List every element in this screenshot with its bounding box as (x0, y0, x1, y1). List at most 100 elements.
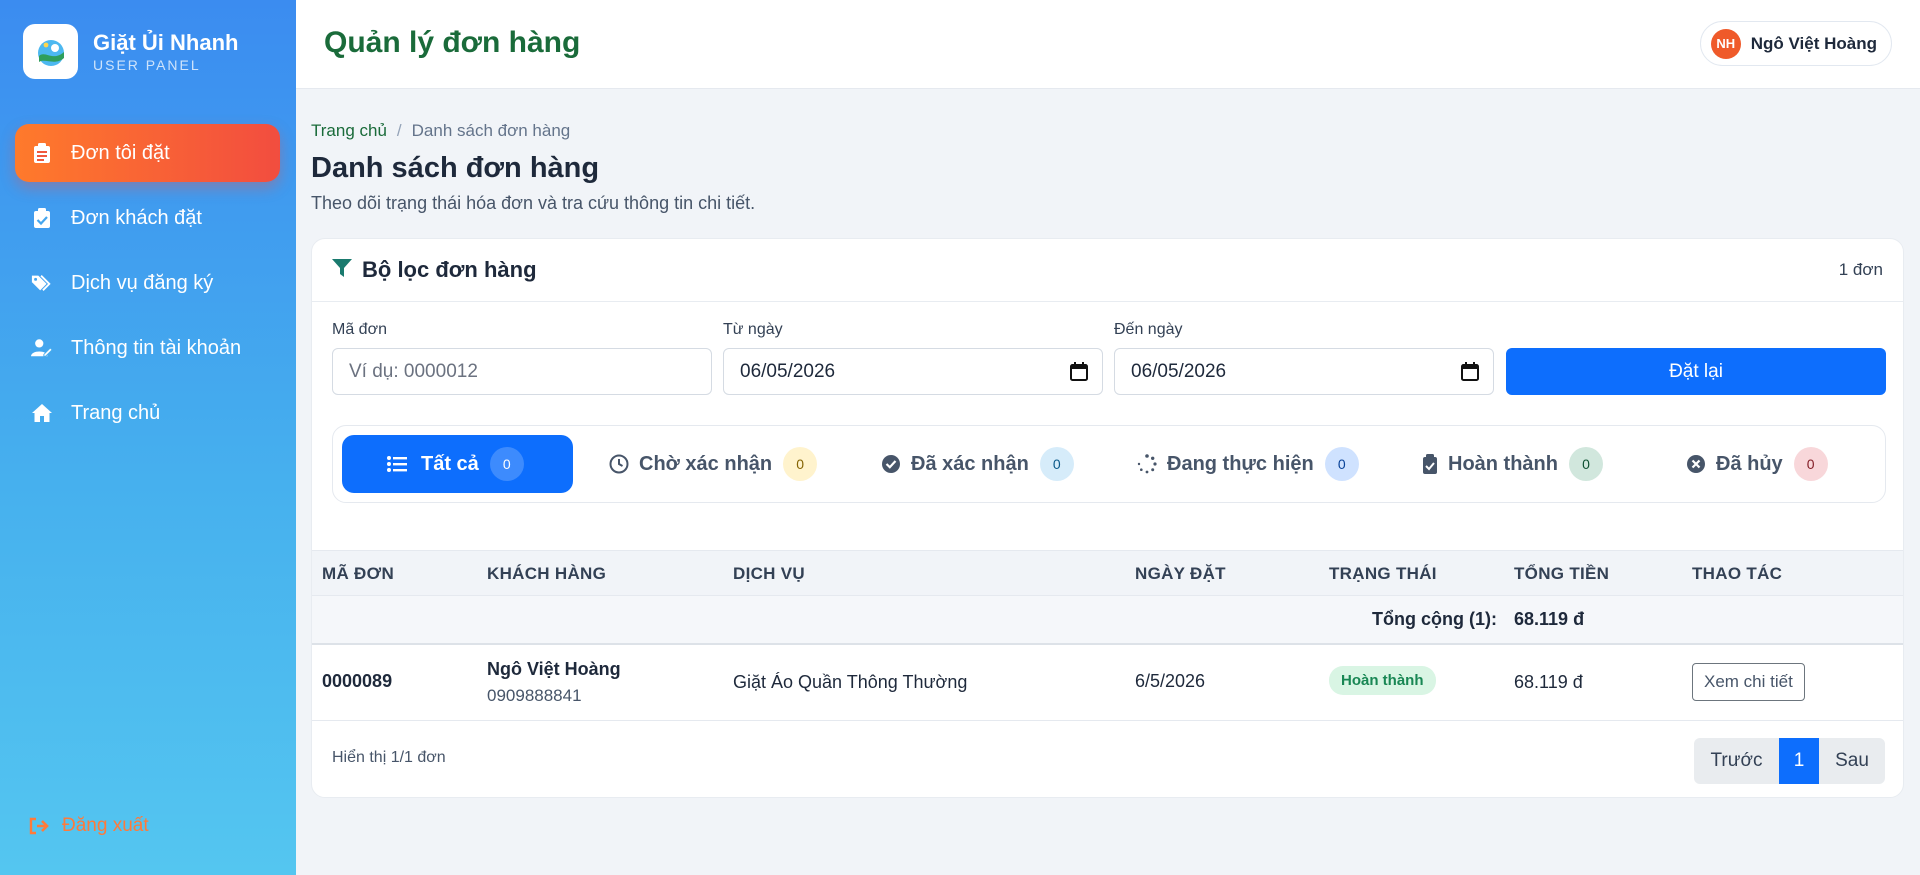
brand[interactable]: Giặt Ủi Nhanh USER PANEL (23, 24, 238, 79)
tab-label: Đang thực hiện (1167, 452, 1314, 475)
times-circle-icon (1686, 454, 1706, 474)
customer-cell: Ngô Việt Hoàng 0909888841 (487, 659, 621, 706)
user-menu[interactable]: NH Ngô Việt Hoàng (1699, 21, 1892, 66)
clipboard-check-icon (31, 207, 53, 229)
filter-card-header: Bộ lọc đơn hàng 1 đơn (312, 239, 1903, 302)
sidebar-item-label: Trang chủ (71, 401, 161, 424)
order-code-label: Mã đơn (332, 321, 387, 338)
order-code: 0000089 (322, 671, 393, 691)
sign-out-icon (28, 815, 50, 837)
filter-card-title: Bộ lọc đơn hàng (362, 257, 537, 282)
tags-icon (31, 272, 53, 294)
tab-count-badge: 0 (489, 447, 524, 481)
tab-count-badge: 0 (1324, 447, 1359, 481)
breadcrumb-separator: / (396, 121, 402, 140)
sidebar-item-label: Thông tin tài khoản (71, 336, 242, 359)
sidebar-item-label: Đơn khách đặt (71, 206, 202, 229)
user-edit-icon (31, 337, 53, 359)
tab-cancelled[interactable]: Đã hủy 0 (1686, 435, 1828, 493)
tab-count-badge: 0 (1569, 447, 1603, 481)
header-title: Quản lý đơn hàng (324, 26, 581, 59)
logout-button[interactable]: Đăng xuất (28, 815, 149, 837)
tab-label: Hoàn thành (1448, 452, 1558, 475)
from-date-label: Từ ngày (723, 321, 783, 338)
orders-card: Bộ lọc đơn hàng 1 đơn Mã đơn Ví dụ: 0000… (311, 238, 1904, 798)
column-header: KHÁCH HÀNG (487, 564, 607, 583)
breadcrumb-home-link[interactable]: Trang chủ (311, 121, 387, 141)
check-circle-icon (881, 454, 901, 474)
calendar-icon[interactable] (1461, 362, 1479, 387)
tab-count-badge: 0 (1039, 447, 1074, 481)
table-footer: Hiển thị 1/1 đơn Trước 1 Sau (312, 721, 1903, 797)
tab-all[interactable]: Tất cả 0 (342, 435, 573, 493)
order-count: 1 đơn (1838, 260, 1883, 279)
logout-label: Đăng xuất (62, 815, 149, 836)
table-header: MÃ ĐƠN KHÁCH HÀNG DỊCH VỤ NGÀY ĐẶT TRẠNG… (312, 550, 1903, 596)
service-name: Giặt Áo Quần Thông Thường (733, 672, 968, 692)
spinner-icon (1137, 454, 1157, 474)
column-header: MÃ ĐƠN (322, 564, 395, 583)
tab-label: Đã xác nhận (911, 452, 1029, 475)
status-badge: Hoàn thành (1329, 666, 1436, 695)
clipboard-check-icon (1422, 454, 1438, 474)
column-header: DỊCH VỤ (733, 564, 805, 583)
from-date-input[interactable]: 06/05/2026 (723, 348, 1103, 395)
avatar: NH (1710, 28, 1741, 59)
order-date: 6/5/2026 (1135, 671, 1206, 691)
to-date-label: Đến ngày (1114, 321, 1183, 338)
orders-table: MÃ ĐƠN KHÁCH HÀNG DỊCH VỤ NGÀY ĐẶT TRẠNG… (312, 550, 1903, 797)
sidebar-item-label: Dịch vụ đăng ký (71, 271, 214, 294)
tab-count-badge: 0 (783, 447, 818, 481)
tab-label: Chờ xác nhận (639, 452, 773, 475)
reset-button[interactable]: Đặt lại (1506, 348, 1886, 395)
top-header: Quản lý đơn hàng NH Ngô Việt Hoàng (296, 0, 1920, 89)
total-label: Tổng cộng (1): (1372, 609, 1497, 629)
user-name: Ngô Việt Hoàng (1750, 33, 1877, 53)
view-detail-button[interactable]: Xem chi tiết (1692, 663, 1805, 701)
home-icon (31, 402, 53, 424)
breadcrumb: Trang chủ / Danh sách đơn hàng (311, 121, 570, 141)
customer-name: Ngô Việt Hoàng (487, 659, 621, 679)
tab-count-badge: 0 (1793, 447, 1828, 481)
column-header: THAO TÁC (1692, 564, 1783, 583)
list-icon (387, 455, 407, 473)
column-header: TRẠNG THÁI (1329, 564, 1437, 583)
filter-icon (332, 258, 352, 283)
brand-name: Giặt Ủi Nhanh (93, 29, 239, 55)
order-code-input[interactable]: Ví dụ: 0000012 (332, 348, 712, 395)
total-value: 68.119 đ (1514, 609, 1585, 629)
tab-label: Tất cả (421, 452, 479, 475)
tab-in-progress[interactable]: Đang thực hiện 0 (1137, 435, 1359, 493)
from-date-value: 06/05/2026 (740, 360, 836, 382)
status-tabs: Tất cả 0 Chờ xác nhận 0 Đã xác nhận 0 Đa… (332, 425, 1886, 503)
customer-phone: 0909888841 (487, 686, 582, 705)
tab-confirmed[interactable]: Đã xác nhận 0 (881, 435, 1074, 493)
page-1-button[interactable]: 1 (1779, 738, 1819, 784)
calendar-icon[interactable] (1070, 362, 1088, 387)
pagination: Trước 1 Sau (1694, 738, 1885, 784)
sidebar-item-services[interactable]: Dịch vụ đăng ký (15, 254, 280, 312)
clock-icon (609, 454, 629, 474)
sidebar-item-my-orders[interactable]: Đơn tôi đặt (15, 124, 280, 182)
tab-pending[interactable]: Chờ xác nhận 0 (609, 435, 818, 493)
sidebar-item-home[interactable]: Trang chủ (15, 384, 280, 442)
brand-logo-icon (23, 24, 78, 79)
sidebar-item-account[interactable]: Thông tin tài khoản (15, 319, 280, 377)
brand-subtitle: USER PANEL (93, 56, 201, 73)
next-page-button[interactable]: Sau (1819, 738, 1885, 784)
tab-completed[interactable]: Hoàn thành 0 (1422, 435, 1603, 493)
prev-page-button[interactable]: Trước (1694, 738, 1779, 784)
table-row: 0000089 Ngô Việt Hoàng 0909888841 Giặt Á… (312, 645, 1903, 721)
order-total: 68.119 đ (1514, 672, 1583, 692)
table-total-row: Tổng cộng (1): 68.119 đ (312, 596, 1903, 645)
tab-label: Đã hủy (1716, 452, 1783, 475)
column-header: TỔNG TIỀN (1514, 564, 1610, 583)
breadcrumb-current: Danh sách đơn hàng (411, 121, 571, 140)
to-date-input[interactable]: 06/05/2026 (1114, 348, 1494, 395)
sidebar: Giặt Ủi Nhanh USER PANEL Đơn tôi đặt Đơn… (0, 0, 296, 875)
sidebar-nav: Đơn tôi đặt Đơn khách đặt Dịch vụ đăng k… (15, 124, 280, 449)
column-header: NGÀY ĐẶT (1135, 564, 1226, 583)
sidebar-item-customer-orders[interactable]: Đơn khách đặt (15, 189, 280, 247)
clipboard-list-icon (31, 142, 53, 164)
pagination-info: Hiển thị 1/1 đơn (332, 749, 446, 766)
